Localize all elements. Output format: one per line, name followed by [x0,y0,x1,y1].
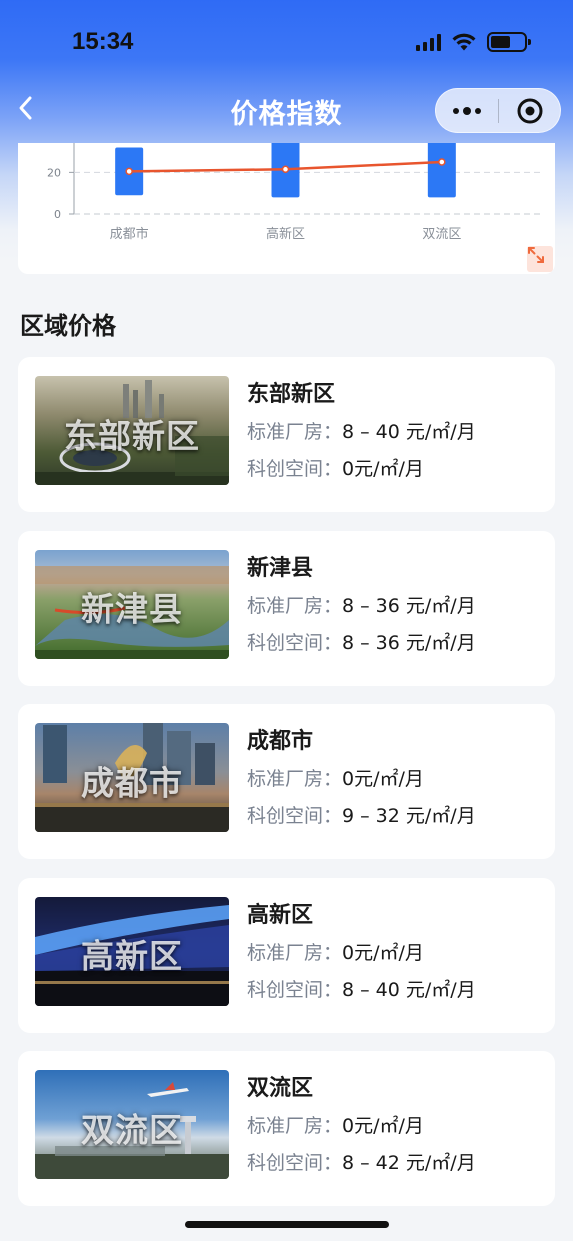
y-tick-label: 0 [54,208,61,221]
region-name: 新津县 [247,555,314,581]
x-tick-label: 双流区 [422,227,461,242]
region-list: 东部新区 东部新区 标准厂房：8 – 40 元/㎡/月 科创空间：0元/㎡/月 [18,357,555,1225]
nav-bar: 价格指数 [0,86,573,134]
factory-price-row: 标准厂房：8 – 40 元/㎡/月 [247,417,476,448]
factory-price-label: 标准厂房： [247,768,343,790]
tech-space-price-label: 科创空间： [247,978,343,1001]
region-photo-caption: 成都市 [81,762,183,802]
tech-space-price-label: 科创空间： [247,805,343,827]
region-card-high-tech-zone[interactable]: 高新区 高新区 标准厂房：0元/㎡/月 科创空间：8 – 40 元/㎡/月 [18,877,555,1033]
chart-point [125,167,133,176]
tech-space-price-value: 8 – 36 元/㎡/月 [342,631,476,654]
target-close-icon [517,98,542,123]
cellular-signal-icon [416,33,441,51]
status-icons [416,30,531,54]
more-menu-button[interactable] [436,89,498,132]
wifi-icon [452,33,476,51]
factory-price-value: 8 – 40 元/㎡/月 [342,421,476,443]
factory-price-value: 0元/㎡/月 [342,1115,424,1137]
tech-space-price-value: 9 – 32 元/㎡/月 [342,805,476,827]
chart-point [281,165,290,174]
region-info: 双流区 标准厂房：0元/㎡/月 科创空间：8 – 42 元/㎡/月 [247,1073,476,1179]
tech-space-price-value: 8 – 40 元/㎡/月 [342,978,476,1001]
tech-space-price-row: 科创空间：8 – 40 元/㎡/月 [247,975,476,1006]
factory-price-row: 标准厂房：8 – 36 元/㎡/月 [247,591,476,622]
region-name: 成都市 [247,729,314,754]
tech-space-price-row: 科创空间：8 – 36 元/㎡/月 [247,628,476,659]
factory-price-value: 8 – 36 元/㎡/月 [342,594,476,617]
y-tick-label: 20 [47,166,61,179]
region-card-chengdu-city[interactable]: 成都市 成都市 标准厂房：0元/㎡/月 科创空间：9 – 32 元/㎡/月 [18,704,555,859]
battery-icon [487,32,531,52]
region-photo-caption: 高新区 [81,936,183,976]
factory-price-row: 标准厂房：0元/㎡/月 [247,764,476,795]
home-indicator [185,1221,389,1228]
region-thumbnail: 成都市 [35,723,229,832]
region-photo-caption: 东部新区 [64,415,200,455]
x-tick-label: 高新区 [266,226,305,242]
tech-space-price-row: 科创空间：9 – 32 元/㎡/月 [247,801,476,832]
chart-point [438,158,446,166]
region-photo-caption: 新津县 [81,589,183,629]
factory-price-value: 0元/㎡/月 [342,941,424,964]
region-card-xinjin-county[interactable]: 新津县 新津县 标准厂房：8 – 36 元/㎡/月 科创空间：8 – 36 元/… [18,530,555,686]
factory-price-row: 标准厂房：0元/㎡/月 [247,1111,476,1142]
x-tick-label: 成都市 [110,226,149,242]
region-thumbnail: 高新区 [35,896,229,1006]
region-thumbnail: 双流区 [35,1070,229,1179]
factory-price-value: 0元/㎡/月 [342,768,424,790]
region-name: 高新区 [247,902,314,928]
region-photo-caption: 双流区 [81,1109,183,1149]
region-info: 高新区 标准厂房：0元/㎡/月 科创空间：8 – 40 元/㎡/月 [247,900,476,1006]
factory-price-label: 标准厂房： [247,1115,343,1137]
tech-space-price-label: 科创空间： [247,631,343,654]
region-info: 成都市 标准厂房：0元/㎡/月 科创空间：9 – 32 元/㎡/月 [247,726,476,832]
factory-price-label: 标准厂房： [247,941,343,964]
close-miniprogram-button[interactable] [499,89,560,132]
tech-space-price-row: 科创空间：8 – 42 元/㎡/月 [247,1148,476,1179]
section-title: 区域价格 [20,312,116,340]
status-time: 15:34 [72,28,134,55]
tech-space-price-label: 科创空间： [247,458,343,480]
miniprogram-capsule [435,88,561,133]
tech-space-price-value: 0元/㎡/月 [342,458,424,480]
factory-price-row: 标准厂房：0元/㎡/月 [247,938,476,969]
status-bar: 15:34 [0,0,573,86]
region-card-shuangliu-district[interactable]: 双流区 双流区 标准厂房：0元/㎡/月 科创空间：8 – 42 元/㎡/月 [18,1051,555,1206]
expand-chart-button[interactable] [527,246,553,272]
region-card-east-new-district[interactable]: 东部新区 东部新区 标准厂房：8 – 40 元/㎡/月 科创空间：0元/㎡/月 [18,357,555,512]
tech-space-price-value: 8 – 42 元/㎡/月 [342,1152,476,1174]
region-name: 东部新区 [247,382,336,407]
factory-price-label: 标准厂房： [247,594,343,617]
region-thumbnail: 东部新区 [35,376,229,485]
chart-bar [427,143,456,198]
region-info: 东部新区 标准厂房：8 – 40 元/㎡/月 科创空间：0元/㎡/月 [247,379,476,485]
chart-canvas: 0 20 成都市 高新区 双流区 [47,143,543,242]
expand-icon [528,247,544,263]
factory-price-label: 标准厂房： [247,421,343,443]
region-name: 双流区 [247,1076,314,1101]
region-info: 新津县 标准厂房：8 – 36 元/㎡/月 科创空间：8 – 36 元/㎡/月 [247,553,476,659]
tech-space-price-row: 科创空间：0元/㎡/月 [247,454,476,485]
tech-space-price-label: 科创空间： [247,1152,343,1174]
region-thumbnail: 新津县 [35,549,229,659]
price-index-chart: 0 20 成都市 高新区 双流区 [18,143,555,274]
